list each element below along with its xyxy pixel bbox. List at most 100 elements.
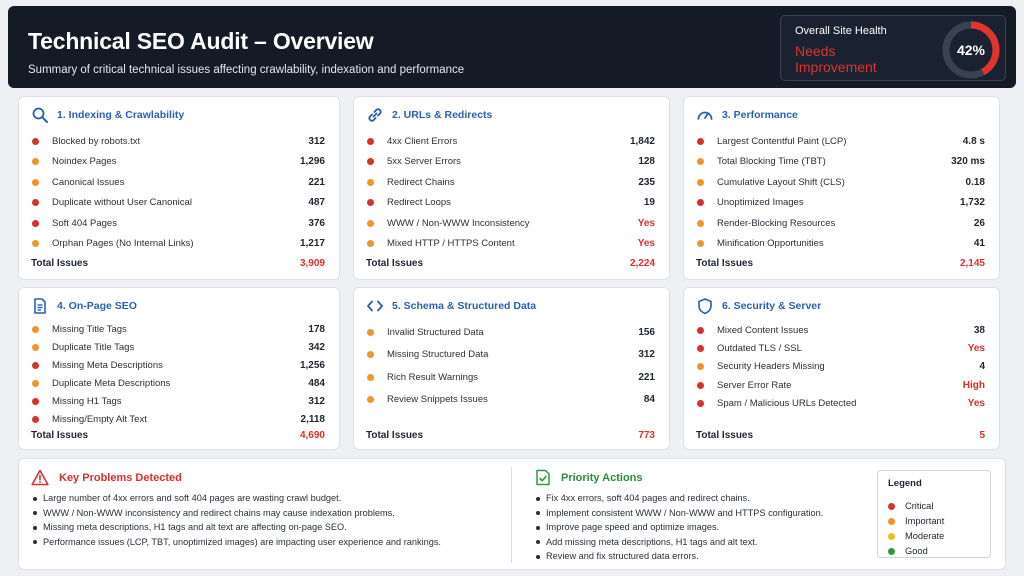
card-indexing-crawlability: 1. Indexing & Crawlability Blocked by ro… [18,96,340,280]
issue-row: Largest Contentful Paint (LCP) 4.8 s [696,131,985,152]
issue-label: Canonical Issues [52,176,125,188]
warning-icon [31,469,49,486]
issue-value: 38 [973,324,985,336]
issue-row: Unoptimized Images 1,732 [696,193,985,214]
issue-list: Largest Contentful Paint (LCP) 4.8 s Total… [696,131,985,254]
card-title: 3. Performance [722,109,798,121]
issue-value: 312 [308,395,325,407]
legend-label: Good [905,546,928,556]
issue-row: Cumulative Layout Shift (CLS) 0.18 [696,172,985,193]
issue-label: Rich Result Warnings [387,371,478,383]
issue-label: Duplicate Title Tags [52,341,135,353]
issue-row: Orphan Pages (No Internal Links) 1,217 [31,234,325,255]
card-header: 4. On-Page SEO [31,297,137,315]
site-health-label: Overall Site Health [795,25,887,37]
issue-value: 342 [308,341,325,353]
card-on-page-seo: 4. On-Page SEO Missing Title Tags 178 Dupl… [18,287,340,450]
total-label: Total Issues [31,430,89,441]
search-icon [32,107,48,123]
card-performance: 3. Performance Largest Contentful Paint … [683,96,1000,280]
card-urls-redirects: 2. URLs & Redirects 4xx Client Errors 1,8… [353,96,670,280]
issue-row: Canonical Issues 221 [31,172,325,193]
severity-dot [697,363,704,371]
issue-row: Security Headers Missing 4 [696,358,985,376]
issue-row: Missing Meta Descriptions 1,256 [31,356,325,374]
issue-value: Yes [967,397,985,409]
issue-value: 1,256 [299,359,325,371]
issue-label: Invalid Structured Data [387,326,484,338]
issue-value: 2,118 [300,413,325,425]
issue-label: Server Error Rate [717,379,792,391]
severity-dot [697,137,704,145]
issue-row: 4xx Client Errors 1,842 [366,131,655,152]
issue-label: Total Blocking Time (TBT) [717,156,826,168]
total-value: 2,224 [629,258,655,269]
issue-label: Redirect Chains [387,176,455,188]
total-value: 3,909 [299,258,325,269]
issue-label: Duplicate without User Canonical [52,197,192,209]
legend-dot [888,547,895,555]
issue-label: WWW / Non-WWW Inconsistency [387,217,530,229]
code-icon [367,300,383,312]
severity-dot [32,199,39,207]
severity-dot [367,178,374,186]
action-item: Improve page speed and optimize images. [536,520,823,535]
problem-item: Performance issues (LCP, TBT, unoptimize… [33,535,441,550]
card-title: 4. On-Page SEO [57,300,137,312]
issue-value: 26 [973,217,985,229]
issue-row: Total Blocking Time (TBT) 320 ms [696,152,985,173]
legend-item-critical: Critical [888,501,933,511]
total-value: 773 [638,430,655,441]
key-problems-header: Key Problems Detected [31,469,182,486]
issue-value: 235 [638,176,655,188]
issue-row: Duplicate without User Canonical 487 [31,193,325,214]
issue-list: 4xx Client Errors 1,842 5xx Server Errors 1… [366,131,655,254]
issue-label: Noindex Pages [52,156,117,168]
card-title: 5. Schema & Structured Data [392,300,537,312]
issue-label: Missing Structured Data [387,349,489,361]
issue-value: 4.8 s [962,135,985,147]
severity-dot [367,373,374,381]
issue-row: Redirect Chains 235 [366,172,655,193]
total-label: Total Issues [366,430,424,441]
issue-label: Largest Contentful Paint (LCP) [717,135,847,147]
card-header: 3. Performance [696,106,798,124]
severity-dot [367,351,374,359]
card-title: 2. URLs & Redirects [392,109,493,121]
issue-value: Yes [637,217,655,229]
issue-label: Render-Blocking Resources [717,217,836,229]
issue-value: 221 [638,371,655,383]
priority-actions-title: Priority Actions [561,471,643,484]
severity-dot [697,199,704,207]
legend-dot [888,502,895,510]
severity-dot [697,240,704,248]
shield-icon [698,298,712,315]
severity-dot [697,178,704,186]
action-item: Implement consistent WWW / Non-WWW and H… [536,506,823,521]
issue-value: 312 [638,349,655,361]
severity-dot [32,361,39,369]
issue-value: 128 [638,156,655,168]
issue-list: Invalid Structured Data 156 Missing Struct… [366,321,655,411]
issue-value: 221 [308,176,325,188]
page-title: Technical SEO Audit – Overview [28,28,374,54]
legend-item-moderate: Moderate [888,531,944,541]
card-header: 6. Security & Server [696,297,821,315]
issue-row: Invalid Structured Data 156 [366,321,655,344]
issue-row: Missing H1 Tags 312 [31,392,325,410]
card-title: 1. Indexing & Crawlability [57,109,185,121]
issue-value: 1,217 [299,238,325,250]
issue-label: Spam / Malicious URLs Detected [717,397,857,409]
severity-dot [697,399,704,407]
issue-value: High [962,379,985,391]
issue-row: Review Snippets Issues 84 [366,389,655,412]
issue-row: Soft 404 Pages 376 [31,213,325,234]
site-health-percent: 42% [957,42,986,58]
issue-row: Missing/Empty Alt Text 2,118 [31,410,325,428]
issue-row: Render-Blocking Resources 26 [696,213,985,234]
issue-value: 487 [308,197,325,209]
severity-dot [367,240,374,248]
link-icon [368,108,382,122]
total-label: Total Issues [696,258,754,269]
issue-list: Mixed Content Issues 38 Outdated TLS / SSL… [696,321,985,412]
